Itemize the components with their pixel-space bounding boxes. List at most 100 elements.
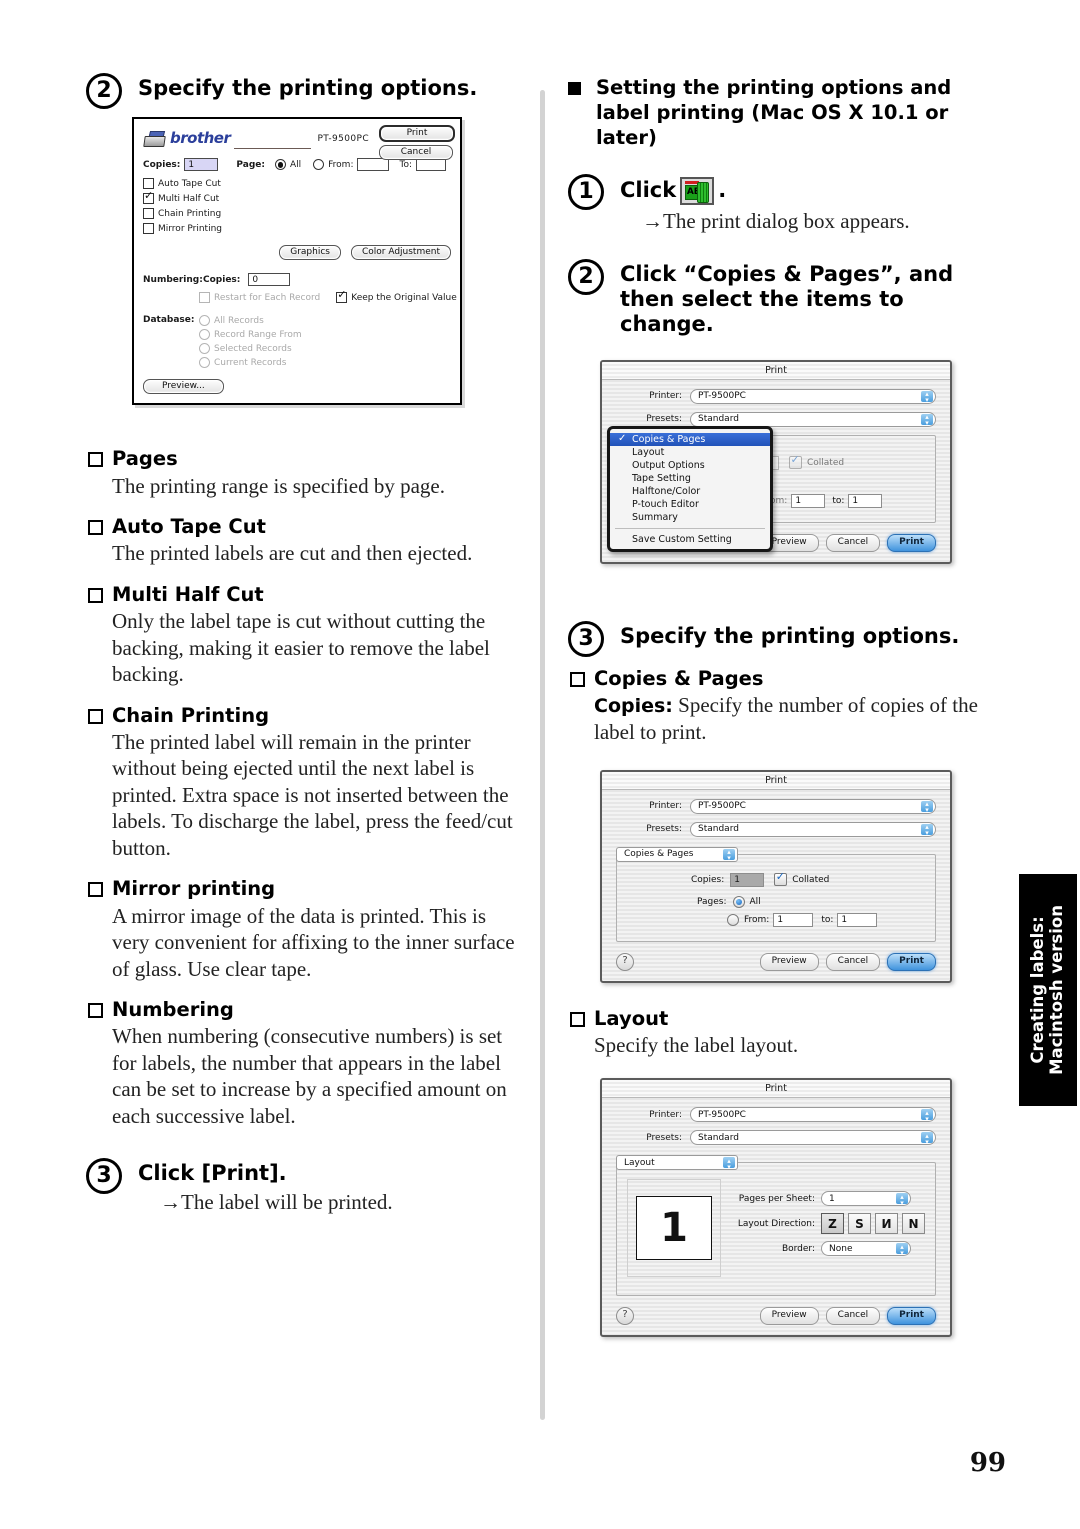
copies-input[interactable]: 1 — [184, 158, 219, 172]
pages-all-radio[interactable] — [732, 895, 745, 908]
presets-row: Presets: Standard ▴ ▾ — [616, 1130, 936, 1146]
database-option-current-records[interactable]: Current Records — [199, 357, 302, 369]
checkbox-row-mirror-printing[interactable]: Mirror Printing — [143, 223, 451, 235]
pages-from-input[interactable]: 1 — [791, 493, 826, 508]
layout-direction-button-2[interactable]: S — [848, 1213, 871, 1235]
keep-original-value-checkbox[interactable] — [336, 289, 348, 304]
pane-selector-area: Copies & Pages ▴▾ Copies: 1 Collated Pag… — [616, 846, 936, 942]
menu-item-layout[interactable]: Layout — [610, 446, 770, 459]
border-popup[interactable]: None ▴ ▾ — [821, 1241, 911, 1257]
mirror-printing-checkbox[interactable] — [143, 223, 154, 235]
pages-per-sheet-popup[interactable]: 1 ▴ ▾ — [821, 1191, 911, 1207]
restart-each-record-checkbox[interactable] — [199, 292, 210, 304]
numbering-copies-label: Copies: — [203, 274, 241, 285]
layout-controls: Pages per Sheet: 1 ▴ ▾ Layout Direction: … — [721, 1179, 929, 1257]
database-option-selected-records[interactable]: Selected Records — [199, 343, 302, 355]
pages-to-input[interactable]: 1 — [837, 912, 878, 927]
presets-popup[interactable]: Standard ▴ ▾ — [690, 1130, 936, 1146]
layout-direction-button-4[interactable]: N — [902, 1213, 925, 1235]
pane-popup[interactable]: Layout ▴ ▾ — [616, 1155, 738, 1171]
option-title-text: Chain Printing — [112, 703, 270, 727]
pages-per-sheet-value: 1 — [829, 1193, 835, 1204]
cancel-button[interactable]: Cancel — [825, 533, 881, 552]
pages-to-input[interactable]: 1 — [848, 493, 883, 508]
checkbox-row-auto-tape-cut[interactable]: Auto Tape Cut — [143, 178, 451, 190]
print-dialog-with-open-menu[interactable]: Print Printer: PT-9500PC ▴ ▾ Presets: Sta… — [600, 359, 952, 564]
pages-range-row: From: 1 to: 1 — [627, 912, 925, 927]
printer-icon — [143, 130, 166, 148]
printer-popup[interactable]: PT-9500PC ▴ ▾ — [690, 388, 936, 404]
page-all-radio[interactable] — [274, 159, 286, 171]
cancel-button[interactable]: Cancel — [379, 145, 453, 161]
chevron-updown-icon: ▴ ▾ — [723, 1157, 735, 1170]
layout-direction-button-1[interactable]: Z — [821, 1213, 844, 1235]
graphics-buttons-row: Graphics Color Adjustment — [143, 245, 451, 261]
option-title-text: Copies & Pages — [594, 666, 764, 690]
presets-popup[interactable]: Standard ▴ ▾ — [690, 411, 936, 427]
selected-records-radio[interactable] — [199, 343, 210, 355]
print-dialog-copies-and-pages[interactable]: Print Printer: PT-9500PC ▴ ▾ Presets: Sta… — [600, 769, 952, 983]
option-title-text: Layout — [594, 1006, 669, 1030]
option-body: The printed labels are cut and then ejec… — [112, 541, 473, 566]
page-range-radio[interactable] — [313, 159, 325, 171]
help-icon[interactable]: ? — [616, 952, 634, 971]
menu-item-halftone-color[interactable]: Halftone/Color — [610, 485, 770, 498]
cancel-button[interactable]: Cancel — [825, 952, 881, 971]
pages-from-input[interactable]: 1 — [773, 912, 814, 927]
collated-checkbox[interactable] — [789, 454, 802, 470]
hollow-square-bullet-icon — [88, 882, 103, 898]
ab-tape-icon[interactable]: AB — [680, 176, 715, 205]
cut-options-group: Auto Tape Cut Multi Half Cut Chain Print… — [143, 178, 451, 235]
option-title-text: Numbering — [112, 997, 234, 1021]
print-button[interactable]: Print — [379, 125, 455, 143]
filled-square-bullet-icon — [568, 82, 581, 95]
graphics-button[interactable]: Graphics — [279, 245, 341, 261]
numbering-copies-input[interactable]: 0 — [248, 273, 291, 287]
presets-popup[interactable]: Standard ▴ ▾ — [690, 821, 936, 837]
menu-item-copies-and-pages[interactable]: ✓ Copies & Pages — [610, 432, 770, 446]
printer-popup[interactable]: PT-9500PC ▴ ▾ — [690, 1107, 936, 1123]
printer-value: PT-9500PC — [698, 801, 746, 812]
layout-direction-button-3[interactable]: И — [875, 1213, 898, 1235]
auto-tape-cut-checkbox[interactable] — [143, 178, 154, 190]
collated-checkbox[interactable] — [774, 871, 788, 887]
print-dialog-layout[interactable]: Print Printer: PT-9500PC ▴ ▾ Presets: Sta… — [600, 1078, 952, 1338]
menu-item-output-options[interactable]: Output Options — [610, 459, 770, 472]
document-page: 2 Specify the printing options. brother … — [0, 0, 1080, 1529]
multi-half-cut-checkbox[interactable] — [143, 190, 154, 205]
database-option-record-range[interactable]: Record Range From — [199, 329, 302, 341]
classic-brother-print-dialog[interactable]: brother PT-9500PC Print Cancel Copies: 1… — [132, 117, 462, 406]
chain-printing-checkbox[interactable] — [143, 208, 154, 220]
print-button[interactable]: Print — [887, 1307, 936, 1326]
hollow-square-bullet-icon — [88, 1002, 103, 1018]
help-icon[interactable]: ? — [616, 1307, 634, 1326]
ab-icon-tape-roll — [697, 181, 710, 203]
preview-button[interactable]: Preview — [759, 952, 819, 971]
menu-item-ptouch-editor[interactable]: P-touch Editor — [610, 498, 770, 511]
print-button[interactable]: Print — [887, 952, 936, 971]
pane-popup[interactable]: Copies & Pages ▴ ▾ — [616, 846, 738, 862]
all-records-radio[interactable] — [199, 315, 210, 327]
database-option-all-records[interactable]: All Records — [199, 315, 302, 327]
menu-item-save-custom-setting[interactable]: Save Custom Setting — [610, 533, 770, 546]
chapter-side-tab: Creating labels: Macintosh version — [1019, 874, 1077, 1106]
record-range-radio[interactable] — [199, 329, 210, 341]
pages-all-row: Pages: All — [627, 895, 925, 908]
print-button[interactable]: Print — [887, 533, 936, 552]
step-number-badge: 3 — [568, 620, 604, 657]
preview-button[interactable]: Preview — [759, 1307, 819, 1326]
pages-range-radio[interactable] — [727, 913, 739, 926]
color-adjustment-button[interactable]: Color Adjustment — [350, 245, 451, 261]
preview-button[interactable]: Preview... — [143, 379, 224, 395]
copies-input[interactable]: 1 — [730, 872, 765, 887]
checkmark-icon: ✓ — [618, 432, 627, 444]
page-from-label: From: — [328, 159, 354, 170]
checkbox-row-multi-half-cut[interactable]: Multi Half Cut — [143, 190, 451, 205]
printer-popup[interactable]: PT-9500PC ▴ ▾ — [690, 798, 936, 814]
menu-item-summary[interactable]: Summary — [610, 511, 770, 524]
menu-item-tape-setting[interactable]: Tape Setting — [610, 472, 770, 485]
cancel-button[interactable]: Cancel — [825, 1307, 881, 1326]
print-pane-popup-menu[interactable]: ✓ Copies & Pages Layout Output Options T… — [607, 425, 773, 552]
current-records-radio[interactable] — [199, 357, 210, 369]
checkbox-row-chain-printing[interactable]: Chain Printing — [143, 208, 451, 220]
